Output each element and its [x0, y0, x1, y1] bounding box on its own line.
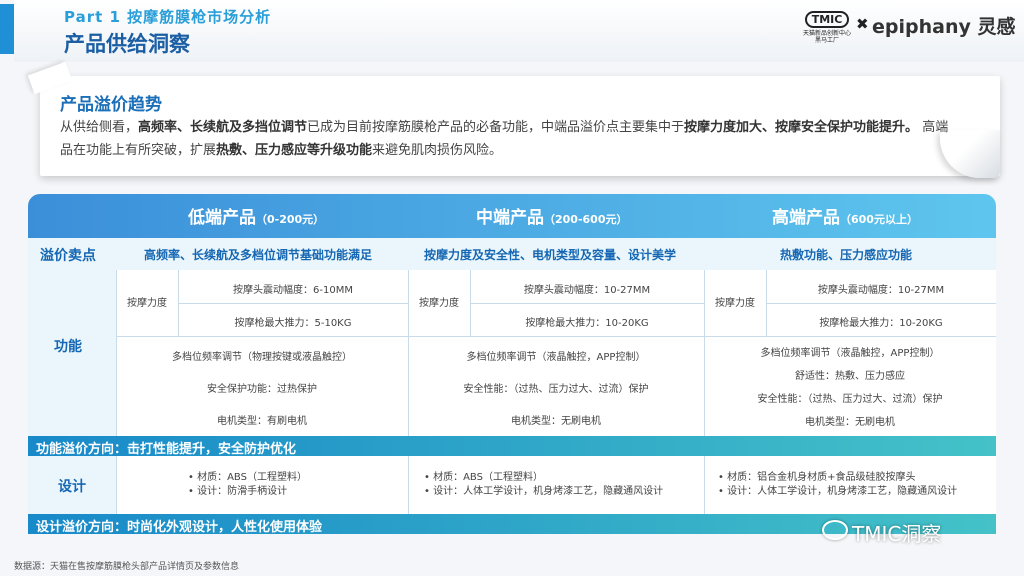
divider	[116, 456, 117, 514]
header-accent-bar	[0, 4, 14, 54]
extra-high-1: 多档位频率调节（液晶触控，APP控制）	[760, 348, 940, 359]
extra-low-1: 多档位频率调节（物理按键或液晶触控）	[172, 352, 352, 363]
divider	[766, 303, 996, 304]
design-low-2: • 设计：防滑手柄设计	[188, 486, 288, 497]
design-mid-1: • 材质：ABS（工程塑料）	[424, 472, 543, 483]
thrust-low: 按摩枪最大推力：5-10KG	[234, 318, 352, 329]
table-header: 低端产品（0-200元） 中端产品（200-600元） 高端产品（600元以上）	[28, 194, 996, 238]
column-range: （600元以上）	[840, 213, 918, 226]
divider	[116, 336, 996, 337]
design-direction-text: 设计溢价方向：时尚化外观设计，人性化使用体验	[36, 520, 323, 535]
design-low-1: • 材质：ABS（工程塑料）	[188, 472, 307, 483]
selling-point-low: 高频率、长续航及多档位调节基础功能满足	[144, 248, 373, 262]
thrust-mid: 按摩枪最大推力：10-20KG	[525, 318, 649, 329]
selling-point-mid: 按摩力度及安全性、电机类型及容量、设计美学	[424, 248, 677, 262]
extra-mid-3: 电机类型：无刷电机	[511, 416, 601, 427]
amp-mid: 按摩头震动幅度：10-27MM	[523, 285, 651, 296]
force-label-high: 按摩力度	[715, 298, 755, 309]
summary-text: 从供给侧看，	[60, 120, 139, 135]
tmic-logo: TMIC 天猫新品创新中心 黑马工厂	[800, 8, 854, 44]
column-name: 高端产品	[772, 208, 840, 228]
summary-title: 产品溢价趋势	[60, 95, 162, 115]
thrust-high: 按摩枪最大推力：10-20KG	[819, 318, 943, 329]
watermark: TMIC洞察	[852, 522, 942, 546]
extra-low-2: 安全保护功能：过热保护	[207, 384, 317, 395]
design-row: 设计 • 材质：ABS（工程塑料） • 设计：防滑手柄设计 • 材质：ABS（工…	[28, 456, 996, 514]
extra-high-2: 舒适性：热敷、压力感应	[795, 371, 905, 382]
design-direction-band: 设计溢价方向：时尚化外观设计，人性化使用体验	[28, 514, 996, 535]
design-low: • 材质：ABS（工程塑料） • 设计：防滑手柄设计	[188, 471, 404, 499]
section-label: Part 1 按摩筋膜枪市场分析	[64, 8, 272, 26]
force-label-mid: 按摩力度	[419, 298, 459, 309]
page-title: 产品供给洞察	[64, 32, 190, 56]
selling-point-high: 热敷功能、压力感应功能	[780, 248, 913, 262]
function-direction-band: 功能溢价方向：击打性能提升，安全防护优化	[28, 436, 996, 457]
column-range: （0-200元）	[256, 213, 325, 226]
summary-highlight: 热敷、压力感应等升级功能	[216, 143, 373, 158]
function-row: 功能 按摩力度 按摩头震动幅度：6-10MM 按摩枪最大推力：5-10KG 多档…	[28, 270, 996, 436]
column-name: 中端产品	[476, 208, 544, 228]
extra-mid-2: 安全性能：（过热、压力过大、过流）保护	[463, 384, 649, 395]
times-icon: ✖	[856, 15, 869, 33]
column-header-high: 高端产品（600元以上）	[772, 203, 918, 228]
selling-point-row: 溢价卖点 高频率、长续航及多档位调节基础功能满足 按摩力度及安全性、电机类型及容…	[28, 238, 996, 270]
column-header-mid: 中端产品（200-600元）	[476, 203, 628, 228]
summary-text: 已成为目前按摩筋膜枪产品的必备功能，中端品溢价点主要集中于	[307, 120, 685, 135]
amp-low: 按摩头震动幅度：6-10MM	[233, 285, 353, 296]
wechat-icon	[822, 520, 848, 540]
divider	[704, 456, 705, 514]
amp-high: 按摩头震动幅度：10-27MM	[817, 285, 945, 296]
column-header-low: 低端产品（0-200元）	[188, 203, 324, 228]
summary-highlight: 高频率、长续航及多挡位调节	[138, 120, 308, 135]
tmic-logo-box: TMIC	[804, 11, 850, 28]
force-label-low: 按摩力度	[127, 298, 167, 309]
design-high-2: • 设计：人体工学设计，机身烤漆工艺，隐藏通风设计	[718, 486, 958, 497]
summary-body: 从供给侧看，高频率、长续航及多挡位调节已成为目前按摩筋膜枪产品的必备功能，中端品…	[60, 116, 960, 162]
data-source-note: 数据源：天猫在售按摩筋膜枪头部产品详情页及参数信息	[14, 562, 240, 572]
divider	[408, 456, 409, 514]
design-mid-2: • 设计：人体工学设计，机身烤漆工艺，隐藏通风设计	[424, 486, 664, 497]
summary-highlight: 按摩力度加大、按摩安全保护功能提升。	[684, 120, 919, 135]
tmic-logo-sub2: 黑马工厂	[814, 37, 839, 45]
divider	[178, 303, 408, 304]
extra-mid-1: 多档位频率调节（液晶触控，APP控制）	[466, 352, 646, 363]
tmic-logo-subtitle: 天猫新品创新中心 黑马工厂	[800, 30, 854, 44]
function-direction-text: 功能溢价方向：击打性能提升，安全防护优化	[36, 442, 297, 457]
product-tier-table: 低端产品（0-200元） 中端产品（200-600元） 高端产品（600元以上）…	[28, 194, 996, 536]
design-mid: • 材质：ABS（工程塑料） • 设计：人体工学设计，机身烤漆工艺，隐藏通风设计	[424, 471, 700, 499]
extra-low-3: 电机类型：有刷电机	[217, 416, 307, 427]
epiphany-logo: epiphany 灵感	[872, 16, 1016, 38]
design-high-1: • 材质：铝合金机身材质+食品级硅胶按摩头	[718, 472, 916, 483]
function-label: 功能	[54, 339, 82, 355]
column-range: （200-600元）	[544, 213, 628, 226]
column-name: 低端产品	[188, 208, 256, 228]
divider	[470, 303, 704, 304]
extra-high-4: 电机类型：无刷电机	[805, 417, 895, 428]
summary-text: 来避免肌肉损伤风险。	[372, 143, 503, 158]
selling-point-label: 溢价卖点	[40, 248, 96, 264]
extra-high-3: 安全性能：（过热、压力过大、过流）保护	[757, 394, 943, 405]
design-label: 设计	[58, 479, 86, 495]
design-high: • 材质：铝合金机身材质+食品级硅胶按摩头 • 设计：人体工学设计，机身烤漆工艺…	[718, 471, 994, 499]
